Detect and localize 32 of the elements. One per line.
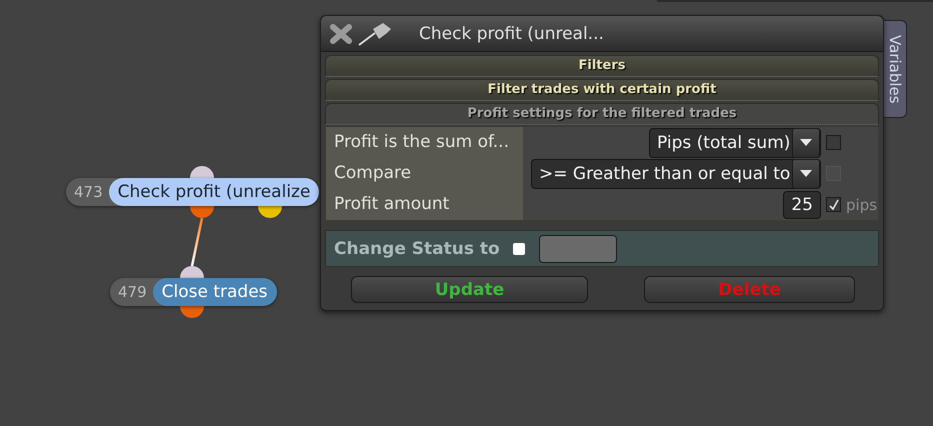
node-number: 473 [73,182,104,203]
checkbox[interactable] [512,242,525,254]
dropdown[interactable]: Pips (total sum) [649,128,821,158]
field-label: Compare [326,158,523,189]
number-field[interactable]: 25 [783,190,821,218]
caret-icon [800,170,812,177]
input-port-icon[interactable] [190,166,214,178]
output-port-icon[interactable] [180,306,204,318]
node-label: Close trades [152,278,277,306]
window-title: Check profit (unreal... [419,24,604,44]
output-port-icon[interactable] [258,206,282,218]
status-label: Change Status to [334,238,500,258]
checkbox[interactable] [826,135,841,150]
section-header[interactable]: Filter trades with certain profit [325,79,879,101]
flow-node[interactable]: 473 Check profit (unrealize [66,178,320,206]
side-tab[interactable]: Variables [883,20,907,118]
unit-label: pips [846,196,876,214]
status-field[interactable] [538,234,617,262]
close-icon[interactable] [329,22,353,44]
output-port-icon[interactable] [190,206,214,218]
caret-icon [800,139,812,146]
flow-node[interactable]: 479 Close trades [110,278,277,306]
field-label: Profit amount [326,189,523,220]
node-number: 479 [117,282,148,303]
checkbox[interactable] [826,197,841,212]
field-label: Profit is the sum of... [326,127,523,158]
section-header[interactable]: Profit settings for the filtered trades [325,103,879,125]
input-port-icon[interactable] [180,266,204,278]
section-header[interactable]: Filters [325,55,879,77]
update-button[interactable]: Update [351,276,588,303]
node-label: Check profit (unrealize [108,178,320,206]
connector-line [190,218,204,266]
